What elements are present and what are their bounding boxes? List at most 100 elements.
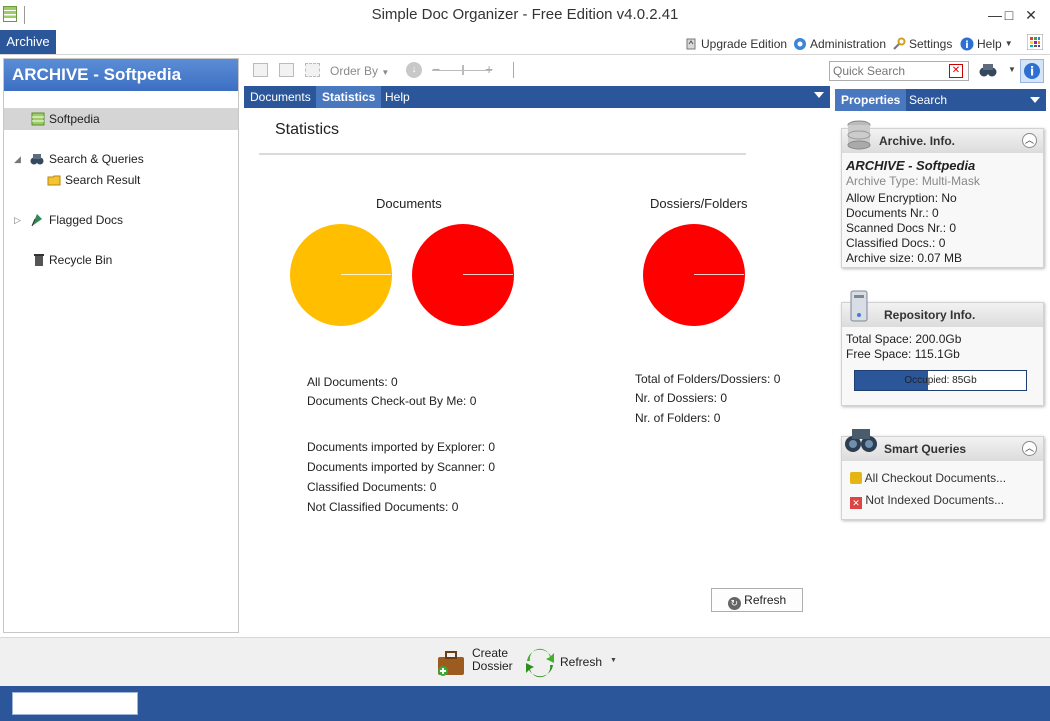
documents-pie-chart-b bbox=[412, 224, 514, 326]
tree-item-recycle-bin[interactable]: Recycle Bin bbox=[4, 249, 238, 271]
server-icon bbox=[850, 290, 868, 322]
search-binoculars-icon[interactable] bbox=[979, 62, 997, 78]
order-by-button[interactable]: Order By ▼ bbox=[330, 64, 389, 78]
upgrade-icon bbox=[686, 38, 696, 50]
help-icon: i bbox=[960, 37, 974, 51]
tab-properties[interactable]: Properties bbox=[835, 89, 907, 111]
search-dropdown-icon[interactable]: ▼ bbox=[1008, 65, 1016, 74]
smart-query-not-indexed[interactable]: ✕ Not Indexed Documents... bbox=[850, 493, 1004, 509]
tree-item-flagged-docs[interactable]: ▷ Flagged Docs bbox=[4, 209, 238, 231]
svg-text:i: i bbox=[965, 40, 968, 51]
refresh-label: Refresh bbox=[744, 593, 787, 607]
statistics-refresh-button[interactable]: ↻ Refresh bbox=[711, 588, 803, 612]
briefcase-icon bbox=[438, 651, 464, 676]
pie-divider bbox=[694, 274, 744, 275]
settings-icon bbox=[893, 37, 906, 50]
tree-item-label: Search Result bbox=[65, 173, 141, 187]
window-title: Simple Doc Organizer - Free Edition v4.0… bbox=[371, 6, 679, 23]
order-by-dropdown-icon: ▼ bbox=[381, 68, 390, 77]
properties-tab-bar: Properties Search bbox=[835, 89, 1046, 111]
smart-query-label: Not Indexed Documents... bbox=[865, 493, 1005, 507]
binoculars-icon bbox=[845, 429, 877, 452]
download-icon[interactable]: ↓ bbox=[406, 62, 422, 78]
archive-tree-panel: ARCHIVE - Softpedia Softpedia ◢ Search &… bbox=[3, 58, 239, 633]
stat-imported-explorer: Documents imported by Explorer: 0 bbox=[307, 440, 496, 454]
archive-type: Archive Type: Multi-Mask bbox=[846, 174, 980, 188]
occupied-progress-bar: Occupied: 85Gb bbox=[854, 370, 1027, 391]
tree-item-softpedia[interactable]: Softpedia bbox=[4, 108, 238, 130]
tree-item-label: Softpedia bbox=[49, 112, 100, 126]
archive-title: ARCHIVE - Softpedia bbox=[4, 59, 238, 91]
zoom-slider-thumb[interactable] bbox=[462, 65, 464, 75]
tree-item-label: Search & Queries bbox=[49, 152, 144, 166]
total-space: Total Space: 200.0Gb bbox=[846, 332, 962, 346]
repository-info-card: Repository Info. Total Space: 200.0Gb Fr… bbox=[841, 290, 1044, 406]
status-bar bbox=[0, 686, 1050, 721]
collapsed-chevron-icon[interactable]: ▷ bbox=[14, 209, 21, 231]
archive-name: ARCHIVE - Softpedia bbox=[846, 158, 976, 173]
archive-info-card: Archive. Info. ︿ ARCHIVE - Softpedia Arc… bbox=[841, 120, 1044, 268]
scanned-docs-count: Scanned Docs Nr.: 0 bbox=[846, 221, 957, 235]
create-dossier-button[interactable]: Create Dossier bbox=[436, 645, 518, 681]
tree-item-search-result[interactable]: Search Result bbox=[4, 169, 238, 191]
bottom-refresh-label: Refresh bbox=[560, 655, 603, 669]
stat-folders: Nr. of Folders: 0 bbox=[635, 411, 721, 425]
tab-help[interactable]: Help bbox=[379, 86, 416, 108]
create-dossier-label-line2: Dossier bbox=[472, 659, 513, 673]
settings-link[interactable]: Settings bbox=[892, 35, 952, 53]
tab-dropdown-icon[interactable] bbox=[814, 92, 824, 98]
help-link[interactable]: i Help ▼ bbox=[960, 35, 1013, 53]
info-icon: i bbox=[1024, 63, 1040, 79]
allow-encryption: Allow Encryption: No bbox=[846, 191, 957, 205]
administration-label: Administration bbox=[810, 37, 887, 51]
pie-divider bbox=[463, 274, 513, 275]
statistics-divider bbox=[259, 153, 746, 155]
refresh-dropdown-icon[interactable]: ▼ bbox=[610, 657, 617, 664]
flag-icon bbox=[31, 214, 42, 227]
folder-icon bbox=[47, 175, 61, 186]
tab-statistics[interactable]: Statistics bbox=[316, 86, 382, 108]
status-field[interactable] bbox=[12, 692, 138, 715]
collapse-chevron-icon[interactable]: ︿ bbox=[1022, 441, 1037, 456]
apps-grid-icon[interactable] bbox=[1027, 34, 1043, 50]
collapse-chevron-icon[interactable]: ︿ bbox=[1022, 133, 1037, 148]
quick-search-input[interactable]: Quick Search bbox=[829, 61, 969, 81]
zoom-in-icon[interactable]: + bbox=[485, 61, 493, 77]
close-button[interactable]: ✕ bbox=[1016, 4, 1046, 26]
binoculars-icon bbox=[30, 154, 44, 165]
statistics-title: Statistics bbox=[275, 121, 340, 138]
properties-dropdown-icon[interactable] bbox=[1030, 97, 1040, 103]
zoom-out-icon[interactable]: − bbox=[432, 61, 440, 77]
smart-query-checkout[interactable]: All Checkout Documents... bbox=[850, 471, 1006, 485]
toolbar-divider bbox=[513, 62, 514, 78]
classified-docs-count: Classified Docs.: 0 bbox=[846, 236, 946, 250]
stat-total-folders: Total of Folders/Dossiers: 0 bbox=[635, 372, 781, 386]
tab-search[interactable]: Search bbox=[903, 89, 953, 111]
clear-search-icon[interactable]: ✕ bbox=[949, 64, 963, 78]
bottom-refresh-button[interactable]: Refresh ▼ bbox=[524, 645, 620, 681]
view-details-icon[interactable] bbox=[279, 63, 294, 77]
tab-documents[interactable]: Documents bbox=[244, 86, 317, 108]
settings-label: Settings bbox=[909, 37, 953, 51]
smart-queries-card: Smart Queries ︿ All Checkout Documents..… bbox=[841, 429, 1044, 520]
documents-section-label: Documents bbox=[376, 196, 442, 211]
stat-all-documents: All Documents: 0 bbox=[307, 375, 398, 389]
info-toggle-button[interactable]: i bbox=[1020, 59, 1044, 83]
administration-icon bbox=[794, 38, 806, 50]
expanded-chevron-icon[interactable]: ◢ bbox=[14, 148, 21, 170]
stat-not-classified: Not Classified Documents: 0 bbox=[307, 500, 459, 514]
dossiers-section-label: Dossiers/Folders bbox=[650, 196, 748, 211]
tree-item-search-queries[interactable]: ◢ Search & Queries bbox=[4, 148, 238, 170]
pie-divider bbox=[341, 274, 391, 275]
view-thumbnails-icon[interactable] bbox=[305, 63, 320, 77]
stat-dossiers: Nr. of Dossiers: 0 bbox=[635, 391, 728, 405]
administration-link[interactable]: Administration bbox=[793, 35, 886, 53]
upgrade-edition-link[interactable]: Upgrade Edition bbox=[684, 35, 787, 53]
documents-count: Documents Nr.: 0 bbox=[846, 206, 939, 220]
free-space: Free Space: 115.1Gb bbox=[846, 347, 960, 361]
refresh-arrows-icon bbox=[526, 648, 554, 678]
refresh-icon: ↻ bbox=[727, 597, 741, 610]
archive-menu[interactable]: Archive bbox=[0, 30, 56, 54]
occupied-label: Occupied: 85Gb bbox=[904, 375, 977, 386]
view-list-icon[interactable] bbox=[253, 63, 268, 77]
